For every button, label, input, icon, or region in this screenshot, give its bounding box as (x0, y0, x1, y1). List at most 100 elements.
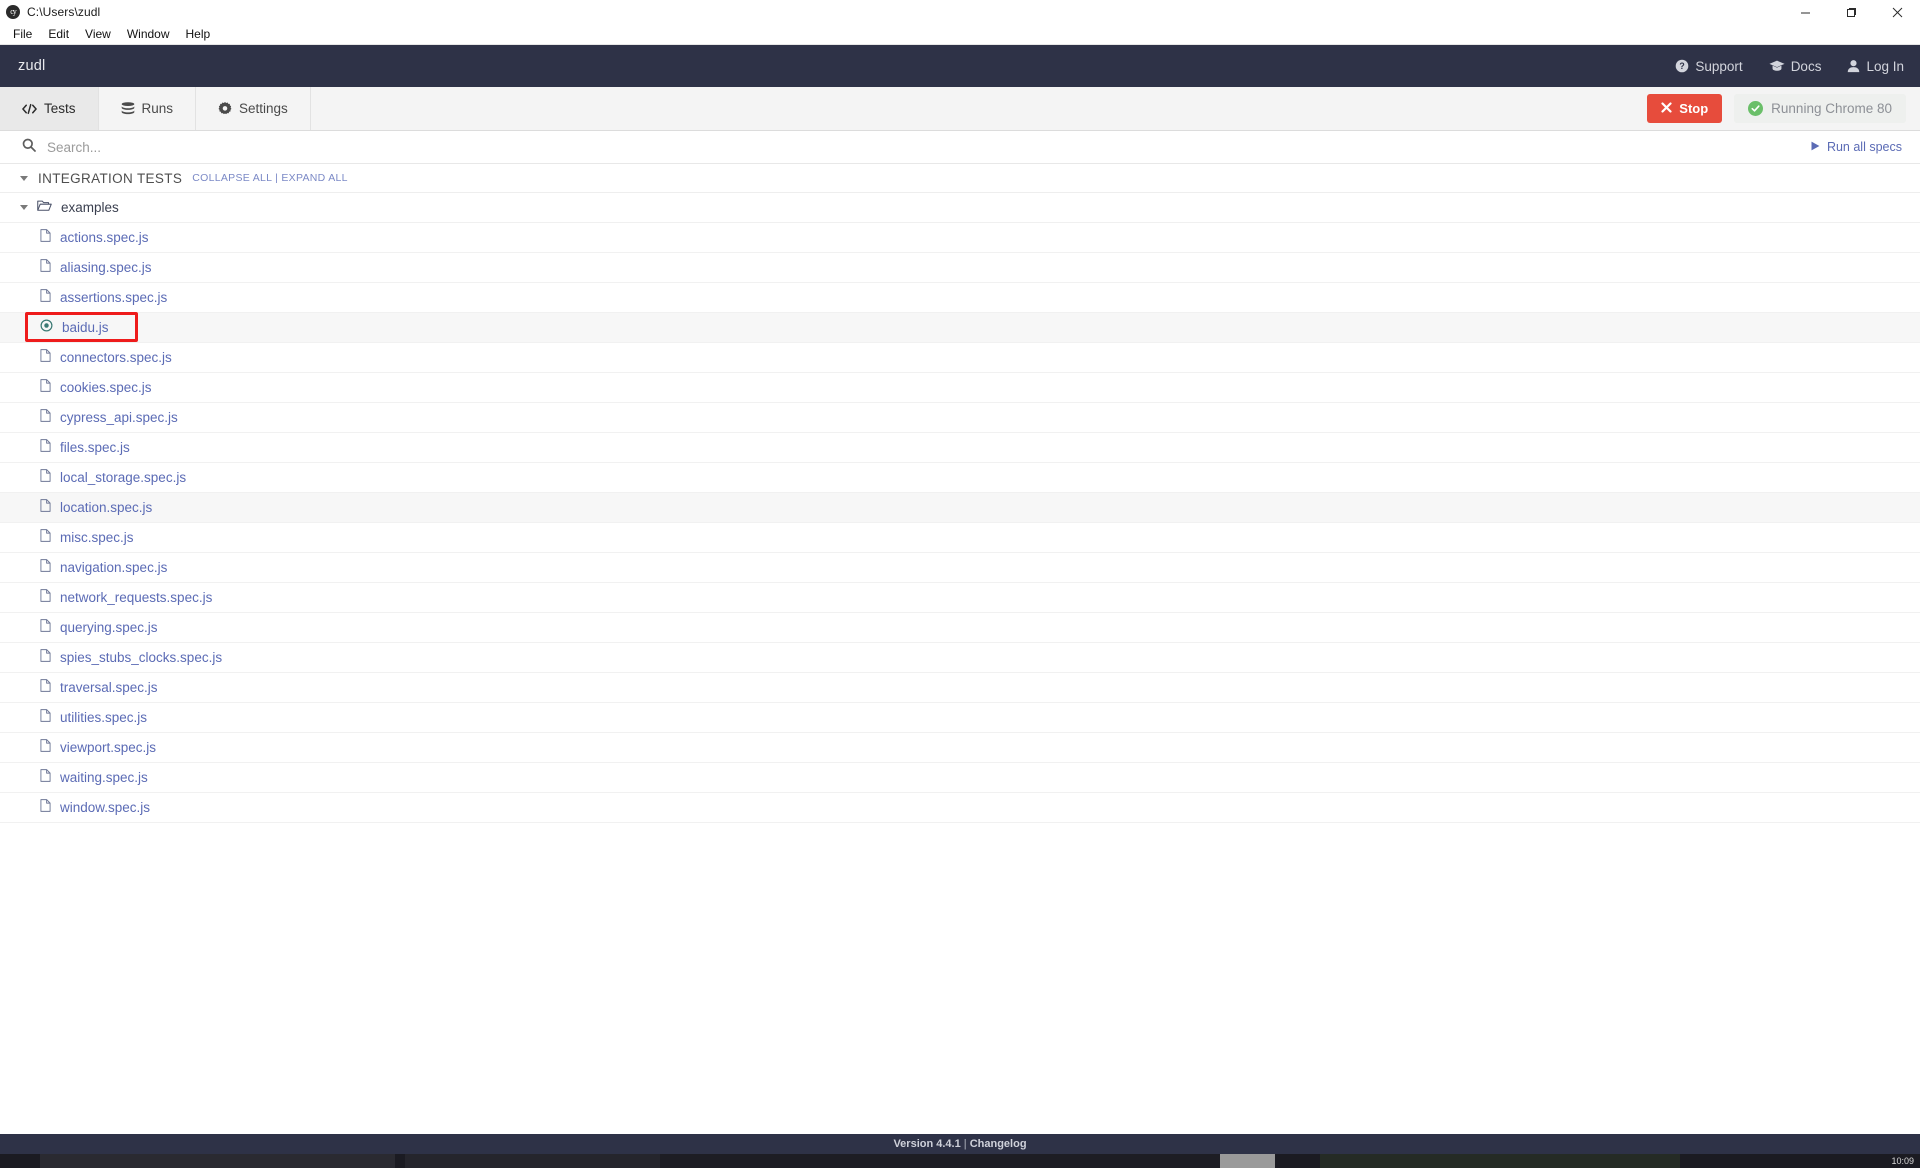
spec-row-label: baidu.js (62, 320, 109, 335)
search-bar: Run all specs (0, 131, 1920, 164)
chevron-down-icon (20, 205, 28, 210)
header-links: ? Support Docs Log In (1675, 59, 1904, 74)
spec-group-header[interactable]: INTEGRATION TESTS COLLAPSE ALL | EXPAND … (0, 164, 1920, 193)
minimize-icon[interactable] (1782, 0, 1828, 24)
taskbar-item[interactable] (0, 1154, 40, 1168)
taskbar-item[interactable] (660, 1154, 1220, 1168)
file-icon (40, 648, 51, 667)
spec-row[interactable]: network_requests.spec.js (0, 583, 1920, 613)
window-controls (1782, 0, 1920, 24)
taskbar-item[interactable] (1320, 1154, 1680, 1168)
spec-row[interactable]: cookies.spec.js (0, 373, 1920, 403)
footer-separator: | (960, 1138, 970, 1150)
app-footer: Version 4.4.1 | Changelog (0, 1134, 1920, 1154)
server-icon (121, 102, 135, 115)
spec-row[interactable]: spies_stubs_clocks.spec.js (0, 643, 1920, 673)
maximize-icon[interactable] (1828, 0, 1874, 24)
tab-tests[interactable]: Tests (0, 87, 99, 130)
spec-rows: actions.spec.js aliasing.spec.js assertion… (0, 223, 1920, 823)
tab-tests-label: Tests (44, 101, 76, 116)
spec-row[interactable]: assertions.spec.js (0, 283, 1920, 313)
file-icon (40, 468, 51, 487)
spec-row[interactable]: local_storage.spec.js (0, 463, 1920, 493)
collapse-expand-all-links[interactable]: COLLAPSE ALL | EXPAND ALL (192, 172, 348, 184)
browser-status-label: Running Chrome 80 (1771, 101, 1892, 116)
taskbar-item[interactable] (1220, 1154, 1275, 1168)
taskbar-item[interactable] (1680, 1154, 1920, 1168)
spec-row[interactable]: actions.spec.js (0, 223, 1920, 253)
os-taskbar: 10:09 (0, 1154, 1920, 1168)
login-link[interactable]: Log In (1847, 59, 1904, 74)
close-x-icon (1661, 101, 1672, 116)
app-header: zudl ? Support Docs Log In (0, 45, 1920, 87)
taskbar-item[interactable] (40, 1154, 395, 1168)
stop-button[interactable]: Stop (1647, 94, 1723, 123)
search-group (22, 138, 1811, 157)
run-all-specs-label: Run all specs (1826, 140, 1902, 154)
file-icon (40, 678, 51, 697)
spec-folder-examples[interactable]: examples (0, 193, 1920, 223)
spec-row[interactable]: viewport.spec.js (0, 733, 1920, 763)
spec-row-label: misc.spec.js (60, 530, 134, 545)
spec-row-label: cypress_api.spec.js (60, 410, 178, 425)
spec-row-label: waiting.spec.js (60, 770, 148, 785)
spec-row[interactable]: cypress_api.spec.js (0, 403, 1920, 433)
file-icon (40, 588, 51, 607)
spec-row[interactable]: window.spec.js (0, 793, 1920, 823)
tab-settings[interactable]: Settings (196, 87, 311, 130)
browser-status-selector[interactable]: Running Chrome 80 (1734, 94, 1906, 123)
search-icon (22, 138, 36, 157)
window-titlebar: cy C:\Users\zudl (0, 0, 1920, 24)
spec-row-label: aliasing.spec.js (60, 260, 152, 275)
spec-row-label: location.spec.js (60, 500, 153, 515)
spec-row-label: assertions.spec.js (60, 290, 168, 305)
spec-row-label: querying.spec.js (60, 620, 158, 635)
menu-edit[interactable]: Edit (40, 25, 77, 44)
spec-row[interactable]: location.spec.js (0, 493, 1920, 523)
spec-row-label: connectors.spec.js (60, 350, 172, 365)
support-link-label: Support (1695, 58, 1743, 74)
spec-row[interactable]: misc.spec.js (0, 523, 1920, 553)
user-icon (1847, 59, 1860, 73)
login-link-label: Log In (1866, 58, 1904, 74)
file-icon (40, 738, 51, 757)
spec-row[interactable]: waiting.spec.js (0, 763, 1920, 793)
chevron-down-icon (20, 175, 28, 181)
run-all-specs-button[interactable]: Run all specs (1811, 140, 1902, 154)
support-link[interactable]: ? Support (1675, 58, 1743, 74)
menu-file[interactable]: File (5, 25, 40, 44)
close-icon[interactable] (1874, 0, 1920, 24)
tab-list: Tests Runs Settings (0, 87, 311, 130)
play-icon (1811, 140, 1820, 154)
spec-row[interactable]: connectors.spec.js (0, 343, 1920, 373)
spec-row[interactable]: aliasing.spec.js (0, 253, 1920, 283)
taskbar-item[interactable] (1275, 1154, 1320, 1168)
taskbar-item[interactable] (395, 1154, 405, 1168)
spec-row[interactable]: baidu.js (0, 312, 1920, 343)
menu-help[interactable]: Help (178, 25, 219, 44)
cypress-icon: cy (6, 5, 20, 19)
menu-view[interactable]: View (77, 25, 119, 44)
spec-row[interactable]: files.spec.js (0, 433, 1920, 463)
taskbar-item[interactable] (405, 1154, 660, 1168)
spec-row[interactable]: traversal.spec.js (0, 673, 1920, 703)
menu-window[interactable]: Window (119, 25, 178, 44)
tab-runs[interactable]: Runs (99, 87, 197, 130)
file-icon (40, 258, 51, 277)
file-icon (40, 288, 51, 307)
spec-row-label: utilities.spec.js (60, 710, 148, 725)
search-input[interactable] (47, 139, 447, 155)
spec-row[interactable]: navigation.spec.js (0, 553, 1920, 583)
code-icon (22, 103, 37, 115)
docs-link[interactable]: Docs (1769, 59, 1821, 74)
changelog-link[interactable]: Changelog (970, 1138, 1027, 1150)
file-icon (40, 348, 51, 367)
spec-row[interactable]: utilities.spec.js (0, 703, 1920, 733)
dot-circle-icon (40, 319, 53, 337)
spec-row-label: files.spec.js (60, 440, 130, 455)
taskbar-clock: 10:09 (1891, 1156, 1914, 1166)
footer-text: Version 4.4.1 | Changelog (893, 1138, 1026, 1150)
file-icon (40, 618, 51, 637)
spec-row[interactable]: querying.spec.js (0, 613, 1920, 643)
file-icon (40, 558, 51, 577)
